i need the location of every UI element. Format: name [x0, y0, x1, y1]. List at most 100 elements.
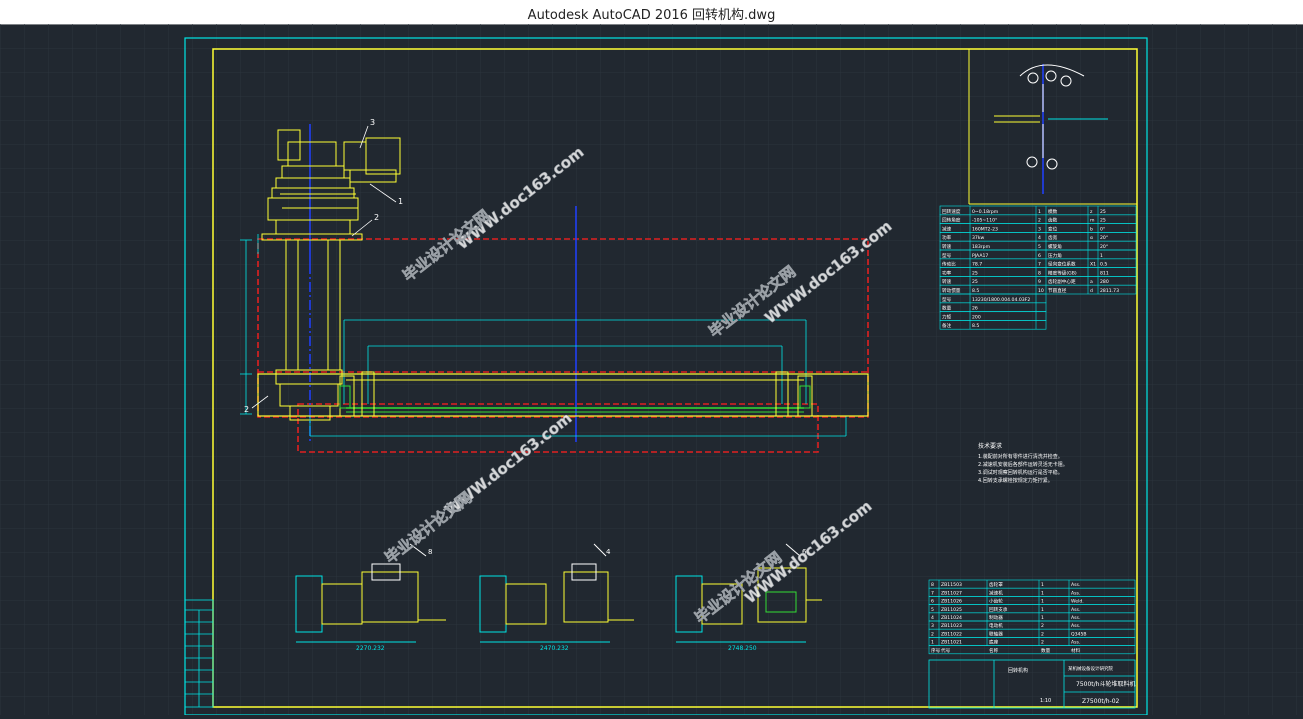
bom-cell: 1 [1041, 599, 1044, 605]
bom-header-cell: 数量 [1041, 647, 1051, 654]
bom-cell: 联轴器 [989, 630, 1003, 637]
params-cell: 200 [972, 314, 981, 320]
bom-cell: 2 [1041, 623, 1044, 629]
params-cell: 3 [1038, 226, 1041, 232]
params-cell: b [1090, 226, 1093, 232]
bom-cell: 减速机 [989, 589, 1003, 596]
params-cell: 转速 [942, 243, 952, 250]
params-cell: 183rpm [972, 244, 991, 250]
bom-cell: 回转支承 [989, 606, 1008, 613]
params-cell: 齿轮副中心距 [1048, 278, 1076, 285]
params-cell: 齿数 [1048, 217, 1058, 224]
params-cell: 0~0.18rpm [972, 209, 999, 215]
window-title: Autodesk AutoCAD 2016 回转机构.dwg [527, 8, 776, 23]
bom-cell: Weld. [1071, 599, 1084, 605]
bom-cell: 3 [931, 623, 934, 629]
params-cell: 0.5 [1100, 262, 1107, 268]
bom-cell: 5 [931, 607, 934, 613]
bom-cell: 1 [1041, 615, 1044, 621]
title-block-scale: 1:10 [1040, 698, 1051, 704]
bom-header-cell: 序号 [931, 647, 941, 654]
bom-cell: 齿轮罩 [989, 581, 1003, 588]
bom-cell: 7 [931, 590, 934, 596]
bom-cell: 8 [931, 582, 934, 588]
params-cell: 回转速度 [942, 208, 961, 215]
params-cell: 160MT2-23 [972, 226, 998, 232]
params-cell: 20° [1100, 235, 1108, 241]
section-2-callout: 4 [606, 548, 611, 556]
bom-header-cell: 代号 [941, 647, 951, 654]
notes-title: 技术要求 [978, 442, 1002, 450]
params-cell: 811 [1100, 270, 1109, 276]
params-cell: 功率 [942, 234, 952, 241]
params-cell: 传动比 [942, 261, 956, 268]
params-cell: 模数 [1048, 208, 1058, 215]
window-titlebar: Autodesk AutoCAD 2016 回转机构.dwg [0, 0, 1303, 25]
section-1-dim: 2270.232 [356, 645, 385, 652]
bom-cell: Ass. [1071, 615, 1080, 621]
drawing-canvas[interactable]: 3 1 2 2 回转速度 0~0.18rpm 1 模数 z 25 回转角度 -105~110°… [0, 24, 1303, 716]
bom-cell: 2 [1041, 631, 1044, 637]
params-cell: 10 [1038, 288, 1044, 294]
bom-cell: ZB11026 [941, 599, 962, 605]
bom-cell: ZB11021 [941, 640, 962, 646]
title-block-drawing-no: Z7500t/h-02 [1082, 698, 1120, 705]
bom-cell: ZB11027 [941, 590, 962, 596]
params-cell: 2 [1038, 218, 1041, 224]
params-cell: a [1090, 280, 1093, 285]
params-cell: 功率 [942, 269, 952, 276]
params-cell: 转动惯量 [942, 287, 961, 294]
params-cell: α [1090, 236, 1093, 241]
params-cell: 25 [1100, 209, 1106, 215]
params-cell: PJAA17 [972, 253, 988, 259]
bom-cell: ZB11025 [941, 607, 962, 613]
callout-3: 3 [370, 118, 375, 127]
params-cell: 转速 [942, 278, 952, 285]
section-2-dim: 2470.232 [540, 645, 569, 652]
params-cell: 6 [1038, 253, 1041, 259]
params-cell: 8.5 [972, 288, 979, 294]
params-cell: 26 [972, 306, 978, 312]
bom-cell: Ass. [1071, 590, 1080, 596]
params-cell: 4 [1038, 235, 1041, 241]
params-cell: 齿宽 [1048, 234, 1058, 241]
params-cell: 节圆直径 [1048, 287, 1067, 294]
params-cell: 螺旋角 [1048, 243, 1062, 250]
params-cell: -105~110° [972, 218, 997, 224]
bom-cell: 2 [1041, 640, 1044, 646]
params-cell: 5 [1038, 244, 1041, 250]
bom-cell: 制动器 [989, 614, 1003, 621]
params-cell: 20° [1100, 244, 1108, 250]
params-cell: 压力角 [1048, 252, 1062, 259]
params-cell: m [1090, 219, 1095, 224]
bom-cell: ZB11503 [941, 582, 962, 588]
params-cell: 径向变位系数 [1048, 261, 1076, 268]
callout-2b: 2 [244, 405, 249, 414]
callout-2a: 2 [374, 213, 379, 222]
params-cell: 280 [1100, 279, 1109, 285]
params-cell: 25 [972, 279, 978, 285]
bom-cell: 1 [1041, 582, 1044, 588]
params-cell: 78.7 [972, 262, 982, 268]
bom-cell: 底座 [989, 639, 999, 646]
params-cell: 型号 [942, 296, 952, 303]
params-cell: 9 [1038, 279, 1041, 285]
bom-cell: Ass. [1071, 607, 1080, 613]
params-cell: 37kw [972, 235, 985, 241]
params-cell: 8.5 [972, 323, 979, 329]
bom-cell: 电动机 [989, 622, 1003, 629]
bom-cell: ZB11024 [941, 615, 962, 621]
params-cell: 型号 [942, 252, 952, 259]
bom-cell: 6 [931, 599, 934, 605]
bom-cell: Ass. [1071, 623, 1080, 629]
bom-cell: 4 [931, 615, 934, 621]
grid-background [0, 24, 1303, 715]
section-3-dim: 2748.250 [728, 645, 757, 652]
params-cell: 25 [1100, 218, 1106, 224]
params-cell: 2811.73 [1100, 288, 1119, 294]
bom-header-cell: 材料 [1071, 647, 1081, 654]
bom-cell: 2 [931, 631, 934, 637]
params-cell: 8 [1038, 270, 1041, 276]
params-cell: d [1090, 288, 1093, 294]
params-cell: 13230/1800.004.04.03F2 [972, 297, 1030, 303]
